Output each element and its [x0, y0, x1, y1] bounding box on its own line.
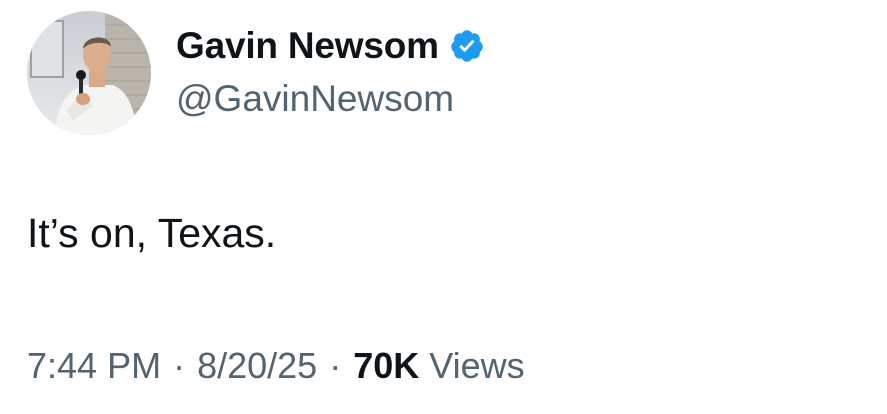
display-name[interactable]: Gavin Newsom — [176, 25, 439, 67]
tweet: Gavin Newsom @GavinNewsom It’s on, Texas… — [0, 0, 887, 414]
avatar[interactable] — [27, 11, 151, 135]
avatar-photo — [27, 11, 151, 135]
tweet-time[interactable]: 7:44 PM — [27, 345, 161, 387]
views-label[interactable]: Views — [429, 345, 524, 387]
author-handle[interactable]: @GavinNewsom — [176, 78, 485, 120]
tweet-text: It’s on, Texas. — [27, 210, 277, 256]
tweet-date[interactable]: 8/20/25 — [197, 345, 317, 387]
verified-badge-icon[interactable] — [449, 28, 485, 64]
name-row: Gavin Newsom — [176, 20, 485, 72]
tweet-meta: 7:44 PM · 8/20/25 · 70K Views — [27, 345, 525, 387]
views-count[interactable]: 70K — [353, 345, 419, 387]
meta-separator: · — [329, 345, 342, 386]
author-info: Gavin Newsom @GavinNewsom — [176, 20, 485, 120]
meta-separator: · — [173, 345, 186, 386]
